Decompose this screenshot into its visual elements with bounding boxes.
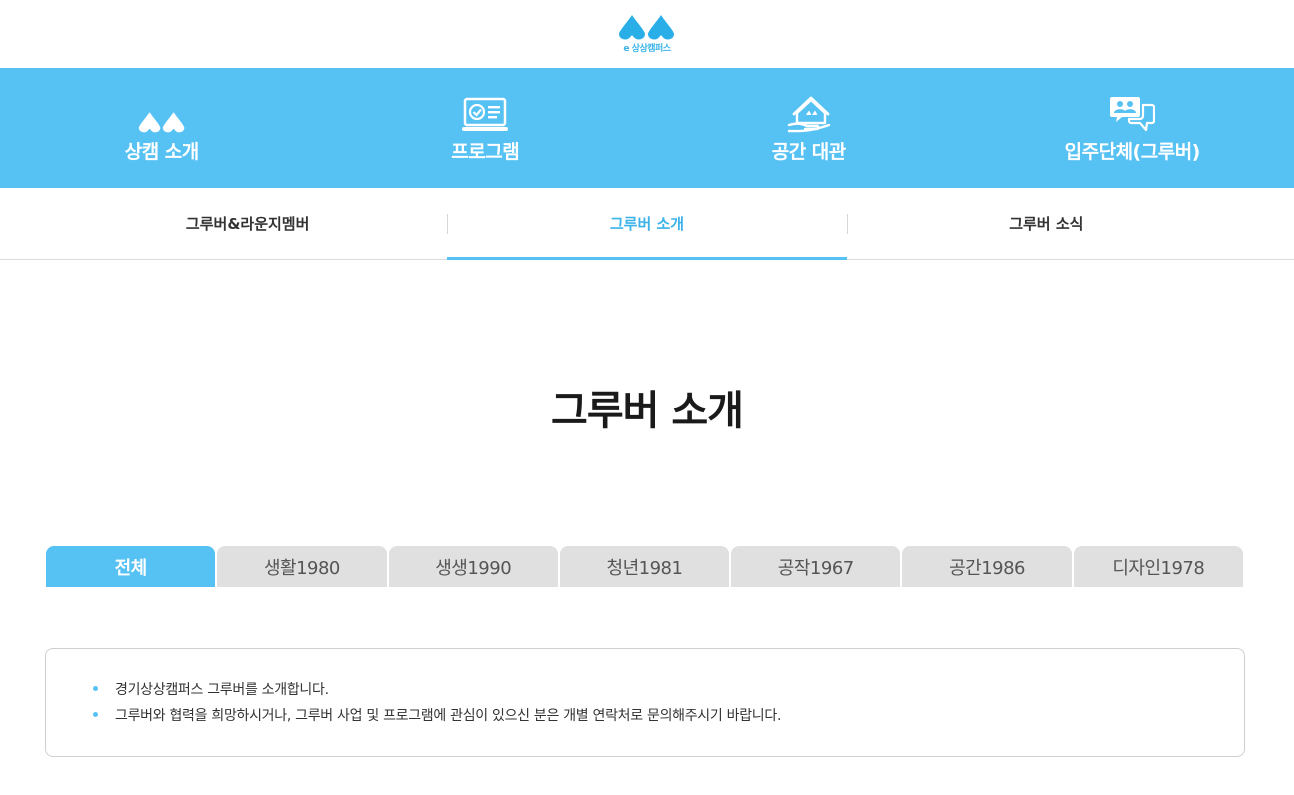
laptop-check-icon — [461, 93, 509, 133]
tab-all[interactable]: 전체 — [46, 546, 216, 587]
tab-design1978[interactable]: 디자인1978 — [1073, 546, 1243, 587]
main-nav-label: 공간 대관 — [771, 140, 847, 163]
info-list: 경기상상캠퍼스 그루버를 소개합니다. 그루버와 협력을 희망하시거나, 그루버… — [90, 677, 1200, 729]
tab-life1980[interactable]: 생활1980 — [217, 546, 387, 587]
main-nav-label: 상캠 소개 — [124, 140, 200, 163]
main-nav-item-program[interactable]: 프로그램 — [324, 68, 648, 188]
main-nav-item-about[interactable]: 상캠 소개 — [0, 68, 324, 188]
main-nav: 상캠 소개 프로그램 공간 대관 입주단체(그루버) — [0, 68, 1294, 188]
tab-craft1967[interactable]: 공작1967 — [731, 546, 901, 587]
category-tabs: 전체 생활1980 생생1990 청년1981 공작1967 공간1986 디자… — [46, 546, 1243, 587]
main-nav-item-residents[interactable]: 입주단체(그루버) — [971, 68, 1294, 188]
logo-text: e 상상캠퍼스 — [623, 44, 671, 54]
tab-saengsaeng1990[interactable]: 생생1990 — [388, 546, 558, 587]
page-title: 그루버 소개 — [551, 388, 744, 434]
sub-nav-item-intro[interactable]: 그루버 소개 — [447, 188, 847, 260]
site-logo[interactable]: e 상상캠퍼스 — [618, 14, 676, 54]
logo-drops-icon — [138, 93, 186, 133]
info-item: 경기상상캠퍼스 그루버를 소개합니다. — [90, 677, 1200, 703]
tab-space1986[interactable]: 공간1986 — [902, 546, 1072, 587]
people-chat-icon — [1109, 93, 1156, 133]
main-nav-label: 입주단체(그루버) — [1064, 140, 1201, 163]
info-item: 그루버와 협력을 희망하시거나, 그루버 사업 및 프로그램에 관심이 있으신 … — [90, 703, 1200, 729]
logo-drops-icon — [618, 14, 676, 40]
main-nav-label: 프로그램 — [451, 140, 520, 163]
house-hand-icon — [787, 93, 831, 133]
main-nav-item-rental[interactable]: 공간 대관 — [647, 68, 971, 188]
info-box: 경기상상캠퍼스 그루버를 소개합니다. 그루버와 협력을 희망하시거나, 그루버… — [45, 648, 1245, 757]
sub-nav-item-news[interactable]: 그루버 소식 — [846, 188, 1246, 259]
sub-nav: 그루버&라운지멤버 그루버 소개 그루버 소식 — [0, 188, 1294, 260]
tab-youth1981[interactable]: 청년1981 — [559, 546, 730, 587]
top-header: e 상상캠퍼스 — [0, 0, 1294, 68]
sub-nav-item-members[interactable]: 그루버&라운지멤버 — [48, 188, 447, 259]
